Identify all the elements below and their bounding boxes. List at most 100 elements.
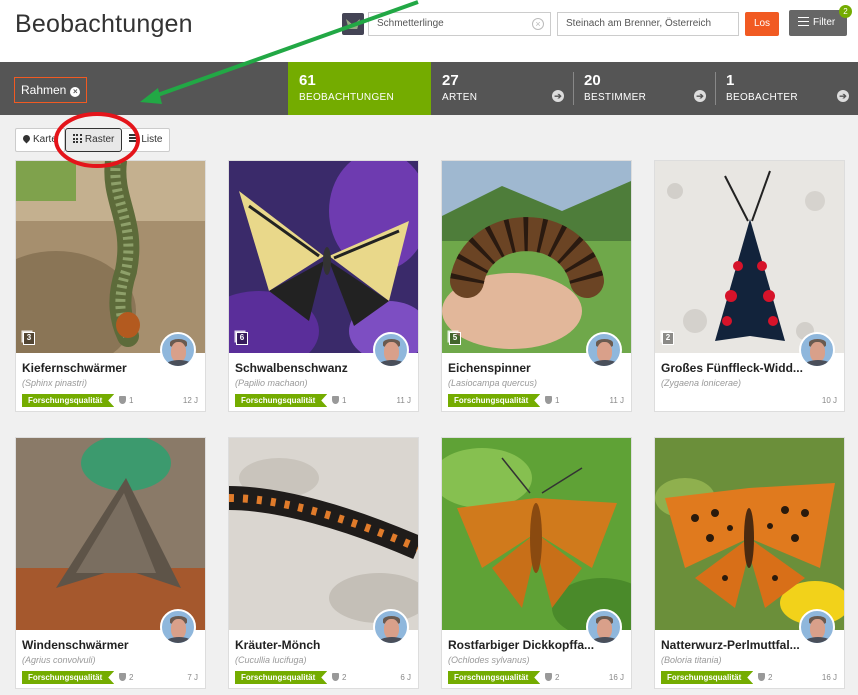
observation-age: 11 J [396, 396, 411, 405]
observer-avatar[interactable] [160, 332, 196, 368]
shield-icon [758, 673, 765, 681]
species-scientific-name: (Lasiocampa quercus) [448, 378, 538, 388]
place-search-input[interactable]: Steinach am Brenner, Österreich [557, 12, 739, 36]
observation-card[interactable]: Windenschwärmer (Agrius convolvuli) Fors… [15, 437, 206, 689]
observation-photo[interactable]: 5 [442, 161, 631, 353]
identification-count: 2 [332, 673, 346, 682]
fritillary-photo [655, 438, 844, 630]
taxon-search-value: Schmetterlinge [377, 18, 444, 29]
observation-age: 11 J [609, 396, 624, 405]
identification-count: 2 [545, 673, 559, 682]
photo-count-icon: 3 [23, 332, 35, 345]
stat-observations[interactable]: 61 BEOBACHTUNGEN [288, 62, 431, 115]
page-title: Beobachtungen [15, 10, 193, 38]
identification-count: 2 [119, 673, 133, 682]
quality-grade-badge: Forschungsqualität [22, 394, 114, 407]
quality-grade-badge: Forschungsqualität [235, 394, 327, 407]
observation-age: 6 J [400, 673, 411, 682]
identification-count: 1 [332, 396, 346, 405]
stat-observers[interactable]: 1 BEOBACHTER ➔ [715, 62, 858, 115]
caterpillar-photo [229, 438, 418, 630]
quality-grade-badge: Forschungsqualität [661, 671, 753, 684]
go-button[interactable]: Los [745, 12, 779, 36]
observation-card[interactable]: Natterwurz-Perlmuttfal... (Boloria titan… [654, 437, 845, 689]
stat-label: BEOBACHTER [726, 92, 798, 103]
observer-avatar[interactable] [586, 609, 622, 645]
map-view-button[interactable]: Karte [15, 128, 65, 152]
observation-card[interactable]: 5 Eichenspinner (Lasiocampa quercus) For… [441, 160, 632, 412]
caterpillar-photo [16, 161, 205, 353]
shield-icon [332, 396, 339, 404]
observation-age: 12 J [182, 396, 198, 405]
observation-card[interactable]: Kräuter-Mönch (Cucullia lucifuga) Forsch… [228, 437, 419, 689]
grid-icon [72, 134, 82, 143]
observation-card[interactable]: 6 Schwalbenschwanz (Papilio machaon) For… [228, 160, 419, 412]
observer-avatar[interactable] [799, 332, 835, 368]
taxon-search-input[interactable]: Schmetterlinge × [368, 12, 551, 36]
observation-age: 16 J [608, 673, 624, 682]
shield-icon [545, 673, 552, 681]
identification-count: 2 [758, 673, 772, 682]
shield-icon [332, 673, 339, 681]
view-toggle: Karte Raster Liste [15, 128, 171, 152]
identification-count: 1 [119, 396, 133, 405]
stat-number: 20 [584, 72, 601, 89]
quality-grade-badge: Forschungsqualität [448, 394, 540, 407]
place-search-value: Steinach am Brenner, Österreich [566, 18, 712, 29]
quality-grade-badge: Forschungsqualität [448, 671, 540, 684]
observation-photo[interactable]: 6 [229, 161, 418, 353]
list-view-button[interactable]: Liste [122, 128, 171, 152]
observation-photo[interactable] [229, 438, 418, 630]
observer-avatar[interactable] [160, 609, 196, 645]
quality-grade-badge: Forschungsqualität [22, 671, 114, 684]
observation-photo[interactable]: 3 [16, 161, 205, 353]
observation-photo[interactable]: 2 [655, 161, 844, 353]
observer-avatar[interactable] [586, 332, 622, 368]
observation-card[interactable]: Rostfarbiger Dickkopffa... (Ochlodes syl… [441, 437, 632, 689]
filter-button[interactable]: Filter 2 [789, 5, 852, 36]
swallowtail-photo [229, 161, 418, 353]
photo-count-icon: 6 [236, 332, 248, 345]
divider [715, 72, 716, 105]
photo-count-icon: 5 [449, 332, 461, 345]
observation-card[interactable]: 3 Kiefernschwärmer (Sphinx pinastri) For… [15, 160, 206, 412]
map-pin-icon [21, 133, 32, 144]
oak-eggar-photo [442, 161, 631, 353]
remove-icon[interactable]: × [70, 87, 81, 97]
observer-avatar[interactable] [373, 332, 409, 368]
stat-identifiers[interactable]: 20 BESTIMMER ➔ [573, 62, 715, 115]
list-view-label: Liste [141, 134, 163, 145]
sliders-icon [798, 17, 809, 26]
observation-photo[interactable] [16, 438, 205, 630]
hawk-moth-photo [16, 438, 205, 630]
clear-icon[interactable]: × [532, 18, 544, 30]
stats-bar: Rahmen × 61 BEOBACHTUNGEN 27 ARTEN ➔ 20 B… [0, 62, 858, 115]
shield-icon [119, 673, 126, 681]
observer-avatar[interactable] [373, 609, 409, 645]
stat-number: 27 [442, 72, 459, 89]
stat-label: BEOBACHTUNGEN [299, 92, 395, 103]
arrow-right-icon: ➔ [694, 90, 706, 102]
observation-age: 16 J [821, 673, 837, 682]
observer-avatar[interactable] [799, 609, 835, 645]
grid-view-button[interactable]: Raster [64, 128, 123, 152]
stat-label: BESTIMMER [584, 92, 647, 103]
observation-photo[interactable] [655, 438, 844, 630]
observation-card[interactable]: 2 Großes Fünffleck-Widd... (Zygaena loni… [654, 160, 845, 412]
map-view-label: Karte [33, 134, 57, 145]
species-scientific-name: (Sphinx pinastri) [22, 378, 88, 388]
species-scientific-name: (Agrius convolvuli) [22, 655, 96, 665]
stat-species[interactable]: 27 ARTEN ➔ [431, 62, 573, 115]
observation-photo[interactable] [442, 438, 631, 630]
grid-view-label: Raster [84, 134, 115, 145]
frame-filter-chip[interactable]: Rahmen × [14, 77, 88, 103]
divider [573, 72, 574, 105]
shield-icon [545, 396, 552, 404]
identification-count: 1 [545, 396, 559, 405]
species-scientific-name: (Zygaena lonicerae) [661, 378, 742, 388]
stat-label: ARTEN [442, 92, 478, 103]
top-header: Beobachtungen Schmetterlinge × Steinach … [0, 0, 858, 62]
filter-label: Filter [813, 17, 836, 28]
species-scientific-name: (Ochlodes sylvanus) [448, 655, 530, 665]
skipper-photo [442, 438, 631, 630]
